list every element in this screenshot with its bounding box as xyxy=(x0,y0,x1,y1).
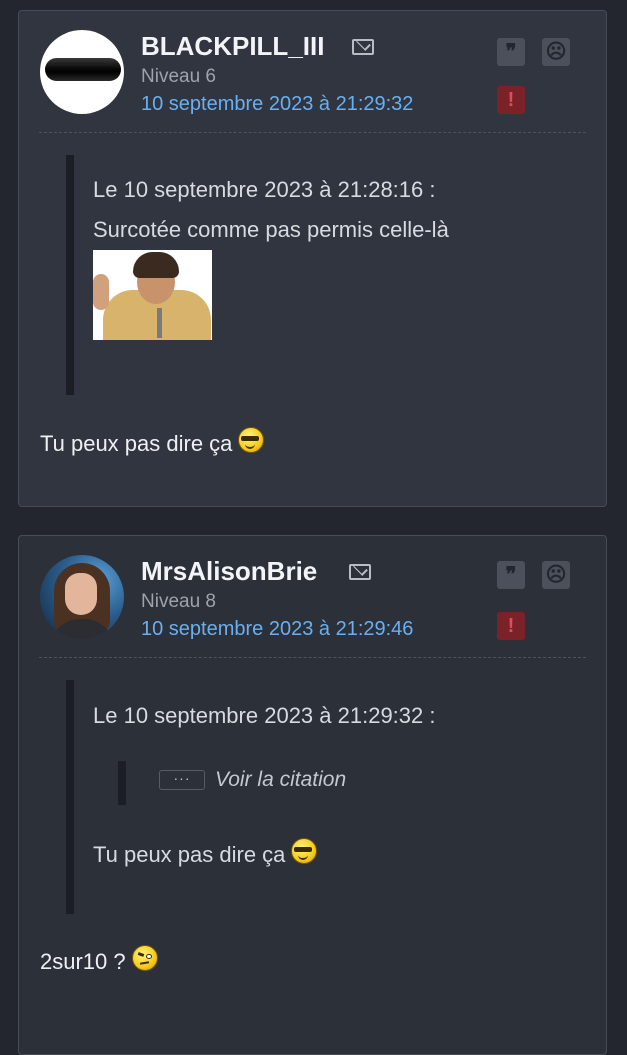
mail-icon[interactable] xyxy=(352,39,374,55)
sticker-hair xyxy=(133,252,179,278)
quote-icon[interactable]: ❞ xyxy=(497,561,525,589)
user-level: Niveau 6 xyxy=(141,66,216,87)
divider xyxy=(39,132,586,133)
see-quote-label[interactable]: Voir la citation xyxy=(215,768,346,791)
message-body: Tu peux pas dire ça xyxy=(40,431,233,456)
nested-quote-bar xyxy=(118,761,126,805)
sticker-hand xyxy=(93,274,109,310)
quote-header: Le 10 septembre 2023 à 21:29:32 : xyxy=(93,703,436,728)
quote-body: Tu peux pas dire ça xyxy=(93,842,286,867)
username[interactable]: BLACKPILL_III xyxy=(141,31,324,62)
sunglasses-smiley-icon xyxy=(291,838,318,864)
see-quote-toggle[interactable]: ··· Voir la citation xyxy=(159,768,346,792)
message-text: 2sur10 ? xyxy=(40,945,158,975)
sunglasses-smiley-icon xyxy=(238,427,265,453)
avatar[interactable] xyxy=(40,30,124,114)
post-card: MrsAlisonBrie Niveau 8 10 septembre 2023… xyxy=(18,535,607,1055)
expand-quote-button[interactable]: ··· xyxy=(159,770,205,790)
user-level: Niveau 8 xyxy=(141,591,216,612)
post-date-link[interactable]: 10 septembre 2023 à 21:29:32 xyxy=(141,93,413,116)
message-body: 2sur10 ? xyxy=(40,949,126,974)
divider xyxy=(39,657,586,658)
alert-icon[interactable]: ! xyxy=(497,86,525,114)
message-text: Tu peux pas dire ça xyxy=(40,427,265,457)
quote-block xyxy=(66,155,74,395)
alert-icon[interactable]: ! xyxy=(497,612,525,640)
post-date-link[interactable]: 10 septembre 2023 à 21:29:46 xyxy=(141,618,413,641)
mail-icon[interactable] xyxy=(349,564,371,580)
quote-header: Le 10 septembre 2023 à 21:28:16 : xyxy=(93,177,436,202)
sticker-mic xyxy=(157,308,162,338)
avatar[interactable] xyxy=(40,555,124,639)
quote-block xyxy=(66,680,74,914)
sticker-image[interactable] xyxy=(93,250,212,340)
sad-face-icon[interactable]: ☹ xyxy=(542,38,570,66)
avatar-face xyxy=(65,573,97,615)
sad-face-icon[interactable]: ☹ xyxy=(542,561,570,589)
skeptical-smiley-icon xyxy=(131,945,158,971)
quote-text: Surcotée comme pas permis celle-là xyxy=(93,217,449,242)
pill-avatar-image xyxy=(45,58,121,81)
username[interactable]: MrsAlisonBrie xyxy=(141,556,317,587)
post-card: BLACKPILL_III Niveau 6 10 septembre 2023… xyxy=(18,10,607,507)
quote-text: Tu peux pas dire ça xyxy=(93,838,318,868)
quote-icon[interactable]: ❞ xyxy=(497,38,525,66)
